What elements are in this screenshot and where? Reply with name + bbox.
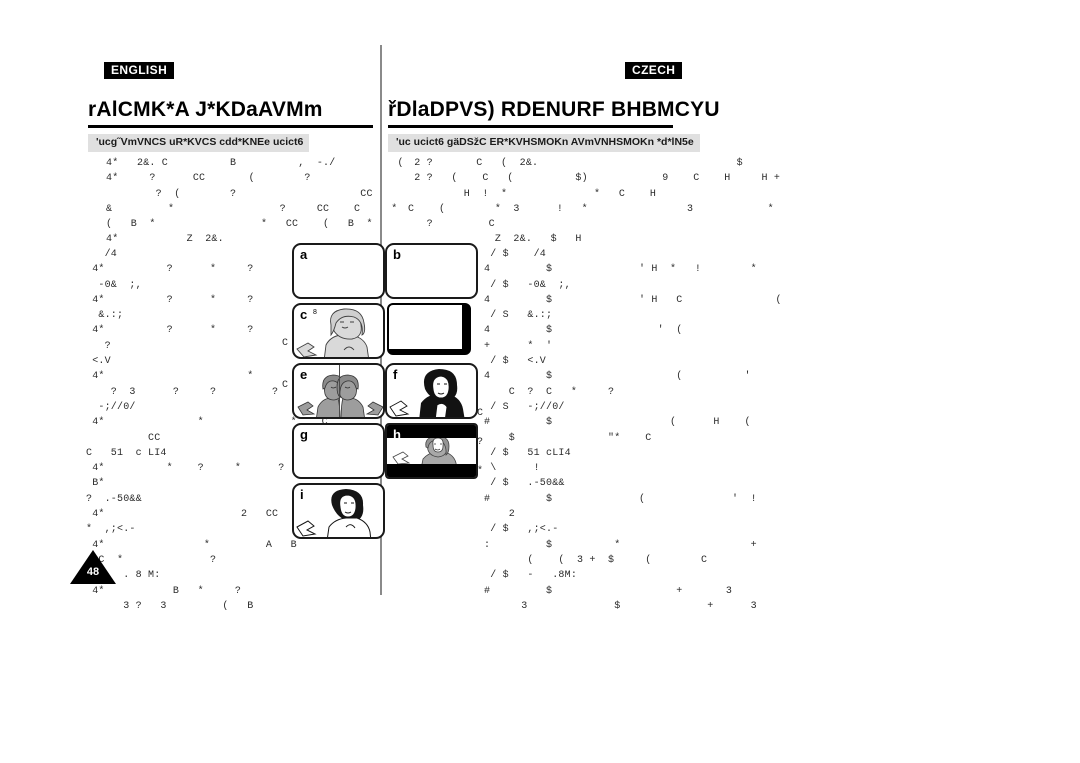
figure-woman-dark-hair-icon [296,489,372,537]
stray-mark-1: C [282,338,289,349]
letterbox-bar-bottom [387,464,476,477]
title-rule-czech [388,125,673,128]
panel-letter-a: a [300,247,308,262]
figure-woman-light-icon [296,308,369,357]
illustration-panel-f: f [385,363,478,419]
section-subtitle-czech: 'uc ucict6 gäDSžC ER*KVHSMOKn AVmVNHSMOK… [388,134,700,152]
language-tag-czech: CZECH [625,62,683,79]
stray-mark-4: ? [477,437,484,448]
illustration-panel-d [387,303,471,355]
chapter-title-english: rAlCMK*A J*KDaAVMm [88,98,323,121]
stray-mark-2: C [282,380,289,391]
panel-letter-e: e [300,367,308,382]
language-tag-english: ENGLISH [104,62,175,79]
panel-letter-h: h [393,427,401,442]
figure-woman-dark-icon [389,369,465,417]
mirror-split-line [338,365,340,417]
illustration-panel-c: c 8 [292,303,385,359]
manual-page: ENGLISH rAlCMK*A J*KDaAVMm 'ucg˝VmVNCS u… [0,0,1080,763]
illustration-panel-g: g [292,423,385,479]
body-text-english-intro: 4* 2&. C B , -./ ( 4* ? CC ( ? ? ( ? CC … [106,158,404,246]
panel-letter-i: i [300,487,304,502]
page-number-badge: 48 [70,550,116,584]
panel-badge-c: 8 [313,309,317,316]
panel-letter-g: g [300,427,308,442]
chapter-title-czech: řDlaDPVS) RDENURF BHBMCYU [388,98,720,121]
illustration-panel-b: b [385,243,478,299]
body-text-czech-intro: 2 ? C ( 2&. $ 2 ? ( C ( $) 9 C H H + H !… [408,158,781,246]
stray-mark-3: C [477,408,484,419]
illustration-panel-i: i [292,483,385,539]
panel-letter-b: b [393,247,401,262]
illustration-panel-h: h [385,423,478,479]
stray-mark-5: * [477,466,484,477]
panel-letter-c: c [300,307,308,322]
title-rule-english [88,125,373,128]
body-text-czech-steps: / $ /4 4 $ ' H * ! * / $ -0& ;, 4 $ ' H … [484,249,782,612]
section-subtitle-english: 'ucg˝VmVNCS uR*KVCS cdd*KNEe ucict6 [88,134,310,152]
illustration-panel-e: e [292,363,385,419]
illustration-panel-a: a [292,243,385,299]
panel-letter-f: f [393,367,398,382]
page-number: 48 [86,566,100,578]
figure-woman-mirrored-icon [297,374,383,417]
